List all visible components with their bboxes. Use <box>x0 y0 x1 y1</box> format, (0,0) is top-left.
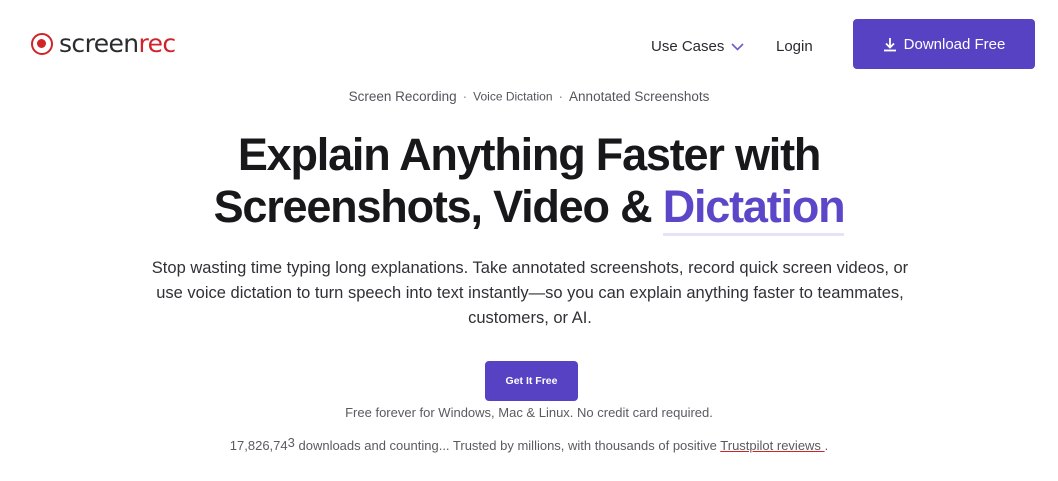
nav-use-cases[interactable]: Use Cases <box>651 38 744 55</box>
feature-tags: Screen Recording · Voice Dictation · Annotat… <box>0 88 1058 104</box>
chevron-down-icon <box>731 42 744 51</box>
nav-login[interactable]: Login <box>776 38 813 55</box>
record-logo-icon <box>31 33 53 55</box>
hero-title-line1: Explain Anything Faster with <box>237 129 821 180</box>
get-it-free-label: Get It Free <box>505 375 558 387</box>
screenrec-logo[interactable]: screenrec <box>31 30 176 58</box>
tag-screen-recording: Screen Recording <box>348 88 457 104</box>
trustpilot-reviews-link[interactable]: Trustpilot reviews <box>720 438 824 453</box>
nav-use-cases-label: Use Cases <box>651 38 725 55</box>
stats-suffix: . <box>824 438 829 453</box>
download-stats: 17,826,743 downloads and counting... Tru… <box>0 435 1058 453</box>
site-header: screenrec Use Cases Login Download Free <box>0 0 1058 88</box>
hero-title-accent: Dictation <box>662 181 846 236</box>
download-icon <box>883 37 896 51</box>
hero-title: Explain Anything Faster with Screenshots… <box>0 129 1058 236</box>
tag-voice-dictation: Voice Dictation <box>473 89 553 104</box>
logo-text: screenrec <box>59 29 176 58</box>
download-count-last-digit: 3 <box>287 435 295 450</box>
nav-login-label: Login <box>776 38 813 55</box>
platform-note: Free forever for Windows, Mac & Linux. N… <box>345 405 713 420</box>
tag-separator: · <box>558 88 564 104</box>
get-it-free-button[interactable]: Get It Free <box>485 361 578 401</box>
download-count: 17,826,74 <box>229 438 288 453</box>
download-free-button[interactable]: Download Free <box>853 19 1035 69</box>
download-free-label: Download Free <box>903 35 1006 53</box>
stats-text: downloads and counting... Trusted by mil… <box>294 438 721 453</box>
tag-annotated-screenshots: Annotated Screenshots <box>569 88 710 104</box>
hero-title-line2: Screenshots, Video & <box>213 181 663 232</box>
tag-separator: · <box>462 88 468 104</box>
hero-subtitle: Stop wasting time typing long explanatio… <box>151 259 909 327</box>
